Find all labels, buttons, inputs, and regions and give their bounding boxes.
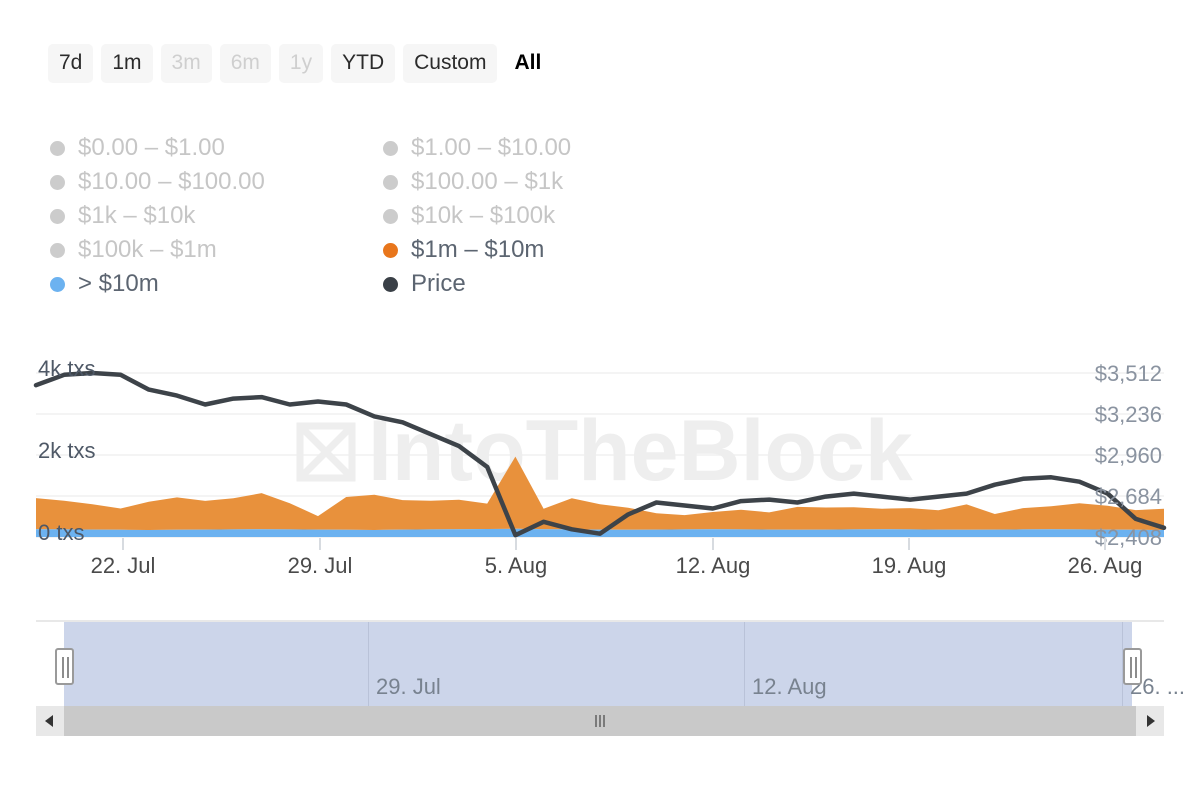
legend-item[interactable]: $1m – $10m (383, 233, 716, 267)
scrollbar-left-arrow[interactable] (36, 706, 64, 736)
legend-dot-icon (50, 277, 65, 292)
range-button-7d[interactable]: 7d (48, 44, 93, 83)
watermark-text: IntoTheBlock (368, 403, 913, 499)
legend-item[interactable]: $1k – $10k (50, 199, 383, 233)
legend-item-label: $1.00 – $10.00 (411, 133, 571, 163)
x-axis-tick-label: 26. Aug (1068, 553, 1143, 578)
legend-item[interactable]: $10k – $100k (383, 199, 716, 233)
left-axis-tick-label: 2k txs (38, 438, 95, 463)
legend-item-label: $1m – $10m (411, 235, 544, 265)
navigator-divider (368, 622, 369, 706)
navigator-xlabel-1: 12. Aug (752, 674, 827, 700)
range-button-all[interactable]: All (505, 44, 550, 83)
navigator-xlabel-0: 29. Jul (376, 674, 441, 700)
legend-item-label: $1k – $10k (78, 201, 195, 231)
legend-item[interactable]: > $10m (50, 267, 383, 301)
x-axis-labels: 22. Jul 29. Jul 5. Aug 12. Aug 19. Aug 26. Au… (91, 538, 1143, 578)
x-axis-tick-label: 12. Aug (676, 553, 751, 578)
legend-dot-icon (383, 175, 398, 190)
legend-item-label: $100k – $1m (78, 235, 217, 265)
x-axis-tick-label: 19. Aug (872, 553, 947, 578)
legend-item-label: $0.00 – $1.00 (78, 133, 225, 163)
x-axis-tick-label: 29. Jul (288, 553, 353, 578)
chart-legend: $0.00 – $1.00 $1.00 – $10.00 $10.00 – $100… (50, 131, 1010, 301)
legend-item[interactable]: $100.00 – $1k (383, 165, 716, 199)
watermark: IntoTheBlock (300, 403, 913, 499)
legend-dot-icon (50, 175, 65, 190)
right-axis-tick-label: $2,960 (1095, 443, 1162, 468)
legend-item[interactable]: $1.00 – $10.00 (383, 131, 716, 165)
legend-item[interactable]: Price (383, 267, 716, 301)
chart-navigator[interactable]: 29. Jul 12. Aug 26. ... (36, 620, 1164, 706)
range-selector: 7d1m3m6m1yYTDCustomAll (48, 44, 550, 83)
range-button-1m[interactable]: 1m (101, 44, 152, 83)
right-axis-tick-label: $2,684 (1095, 484, 1162, 509)
x-axis-tick-label: 5. Aug (485, 553, 547, 578)
legend-dot-icon (50, 209, 65, 224)
range-button-custom[interactable]: Custom (403, 44, 497, 83)
chart-area[interactable]: IntoTheBlock 0 txs2k txs4k txs $2,408$2,… (0, 330, 1200, 600)
navigator-selected-range[interactable] (64, 622, 1132, 706)
legend-item-label: $10k – $100k (411, 201, 555, 231)
navigator-body[interactable]: 29. Jul 12. Aug 26. ... (36, 622, 1164, 706)
legend-dot-icon (383, 209, 398, 224)
legend-item-label: $100.00 – $1k (411, 167, 563, 197)
scrollbar-right-arrow[interactable] (1136, 706, 1164, 736)
legend-item-label: $10.00 – $100.00 (78, 167, 265, 197)
legend-item[interactable]: $10.00 – $100.00 (50, 165, 383, 199)
left-axis-tick-label: 4k txs (38, 356, 95, 381)
legend-item-label: > $10m (78, 269, 159, 299)
navigator-divider (744, 622, 745, 706)
legend-item[interactable]: $100k – $1m (50, 233, 383, 267)
legend-item[interactable]: $0.00 – $1.00 (50, 131, 383, 165)
legend-dot-icon (383, 277, 398, 292)
navigator-right-handle[interactable] (1123, 648, 1142, 685)
right-axis-tick-label: $3,236 (1095, 402, 1162, 427)
legend-dot-icon (383, 243, 398, 258)
range-button-3m: 3m (161, 44, 212, 83)
legend-dot-icon (50, 141, 65, 156)
scrollbar-track[interactable] (64, 706, 1136, 736)
x-axis-tick-label: 22. Jul (91, 553, 156, 578)
range-button-1y: 1y (279, 44, 323, 83)
legend-dot-icon (383, 141, 398, 156)
legend-dot-icon (50, 243, 65, 258)
navigator-left-handle[interactable] (55, 648, 74, 685)
range-button-ytd[interactable]: YTD (331, 44, 395, 83)
left-axis-tick-label: 0 txs (38, 520, 84, 545)
chart-scrollbar[interactable] (36, 706, 1164, 736)
right-axis-tick-label: $3,512 (1095, 361, 1162, 386)
range-button-6m: 6m (220, 44, 271, 83)
scrollbar-grip[interactable] (595, 715, 605, 727)
legend-item-label: Price (411, 269, 466, 299)
transactions-price-chart[interactable]: IntoTheBlock 0 txs2k txs4k txs $2,408$2,… (0, 330, 1200, 600)
